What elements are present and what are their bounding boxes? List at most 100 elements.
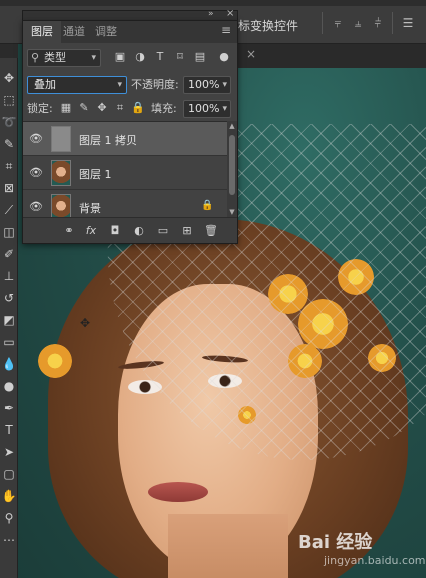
marquee-tool-icon[interactable]: ⬚	[1, 92, 17, 108]
watermark-logo: Bai 经验	[298, 532, 373, 553]
more-tools-icon[interactable]: ⋯	[1, 532, 17, 548]
divider	[392, 12, 393, 34]
spot-heal-tool-icon[interactable]: ◫	[1, 224, 17, 240]
scrollbar-thumb[interactable]	[229, 135, 235, 195]
chevron-down-icon: ▾	[222, 80, 227, 90]
delete-icon[interactable]: 🗑	[203, 223, 219, 239]
collapse-panel-icon[interactable]: »	[208, 9, 214, 19]
distribute-icon[interactable]: ☰	[400, 16, 416, 30]
type-filter-icon[interactable]: T	[153, 50, 167, 64]
gradient-tool-icon[interactable]: ▭	[1, 334, 17, 350]
path-select-tool-icon[interactable]: ➤	[1, 444, 17, 460]
fill-label: 填充:	[151, 102, 177, 115]
layers-panel: 图层 通道 调整 ≡ ⚲ 类型 ▾ ▣ ◑ T ⌑ ▤ ● 叠加 ▾ 不透明度:…	[22, 20, 238, 244]
opacity-value: 100%	[188, 78, 220, 91]
lock-artboard-icon[interactable]: ⌗	[113, 101, 127, 115]
layer-thumbnail	[51, 194, 71, 217]
panel-footer: ⚭ fx ◘ ◐ ▭ ⊞ 🗑	[23, 217, 237, 243]
scroll-down-icon[interactable]: ▼	[227, 207, 237, 217]
mask-icon[interactable]: ◘	[107, 223, 123, 239]
pen-tool-icon[interactable]: ✒	[1, 400, 17, 416]
lock-icon: 🔒	[201, 200, 214, 211]
layer-row[interactable]: 👁 图层 1	[23, 156, 227, 190]
close-panel-icon[interactable]: ×	[226, 8, 234, 19]
layers-list: 👁 图层 1 拷贝 👁 图层 1 👁 背景 🔒	[23, 121, 227, 217]
opacity-label: 不透明度:	[131, 78, 179, 91]
visibility-eye-icon[interactable]: 👁	[29, 200, 43, 214]
type-tool-icon[interactable]: T	[1, 422, 17, 438]
filter-row: ⚲ 类型 ▾ ▣ ◑ T ⌑ ▤ ●	[23, 45, 237, 71]
blend-mode-select[interactable]: 叠加 ▾	[27, 76, 127, 94]
menu-strip	[0, 0, 426, 6]
lock-transparent-icon[interactable]: ▦	[59, 101, 73, 115]
layer-name[interactable]: 图层 1	[79, 166, 112, 182]
blend-mode-value: 叠加	[34, 78, 56, 91]
crop-tool-icon[interactable]: ⌗	[1, 158, 17, 174]
search-icon: ⚲	[31, 51, 40, 64]
move-tool-icon[interactable]: ✥	[1, 70, 17, 86]
adjustment-icon[interactable]: ◐	[131, 223, 147, 239]
layer-thumbnail	[51, 160, 71, 186]
visibility-eye-icon[interactable]: 👁	[29, 166, 43, 180]
panel-tabs: 图层 通道 调整 ≡	[23, 21, 237, 43]
smartobject-filter-icon[interactable]: ▤	[193, 50, 207, 64]
layer-name[interactable]: 图层 1 拷贝	[79, 132, 137, 148]
neck-region	[168, 514, 288, 578]
link-icon[interactable]: ⚭	[61, 223, 77, 239]
filter-kind-value: 类型	[44, 51, 66, 64]
lock-paint-icon[interactable]: ✎	[77, 101, 91, 115]
brush-tool-icon[interactable]: ✐	[1, 246, 17, 262]
history-brush-tool-icon[interactable]: ↺	[1, 290, 17, 306]
close-document-icon[interactable]: ×	[246, 47, 256, 61]
layers-scrollbar[interactable]: ▲ ▼	[227, 121, 237, 217]
fx-icon[interactable]: fx	[83, 223, 99, 239]
tools-panel: ✥ ⬚ ➰ ✎ ⌗ ⊠ ⟋ ◫ ✐ ⊥ ↺ ◩ ▭ 💧 ● ✒ T ➤ ▢ ✋ …	[0, 58, 18, 578]
panel-menu-icon[interactable]: ≡	[221, 23, 231, 37]
align-center-icon[interactable]: ⫨	[350, 16, 366, 30]
adjustment-filter-icon[interactable]: ◑	[133, 50, 147, 64]
eyedropper-tool-icon[interactable]: ⟋	[1, 202, 17, 218]
align-right-icon[interactable]: ⫩	[370, 16, 386, 30]
eraser-tool-icon[interactable]: ◩	[1, 312, 17, 328]
shape-filter-icon[interactable]: ⌑	[173, 50, 187, 64]
blur-tool-icon[interactable]: 💧	[1, 356, 17, 372]
dodge-tool-icon[interactable]: ●	[1, 378, 17, 394]
blend-row: 叠加 ▾ 不透明度: 100% ▾	[23, 73, 237, 97]
layer-thumbnail	[51, 126, 71, 152]
tab-adjustments[interactable]: 调整	[87, 21, 125, 43]
layer-row[interactable]: 👁 背景 🔒	[23, 190, 227, 217]
move-cursor-icon: ✥	[80, 316, 91, 330]
flower-decoration	[38, 344, 72, 378]
filter-kind-select[interactable]: ⚲ 类型 ▾	[27, 49, 101, 67]
panel-header-strip[interactable]	[22, 10, 238, 20]
chevron-down-icon: ▾	[91, 53, 96, 63]
group-icon[interactable]: ▭	[155, 223, 171, 239]
hand-tool-icon[interactable]: ✋	[1, 488, 17, 504]
fill-field[interactable]: 100% ▾	[183, 100, 231, 118]
fill-value: 100%	[188, 102, 220, 115]
align-left-icon[interactable]: ⫧	[330, 16, 346, 30]
layer-name[interactable]: 背景	[79, 200, 101, 216]
lasso-tool-icon[interactable]: ➰	[1, 114, 17, 130]
lock-position-icon[interactable]: ✥	[95, 101, 109, 115]
show-transform-controls-label[interactable]: 标变换控件	[238, 17, 298, 34]
chevron-down-icon: ▾	[117, 80, 122, 90]
scroll-up-icon[interactable]: ▲	[227, 121, 237, 131]
visibility-eye-icon[interactable]: 👁	[29, 132, 43, 146]
document-tab-strip	[236, 44, 426, 68]
shape-tool-icon[interactable]: ▢	[1, 466, 17, 482]
pixel-filter-icon[interactable]: ▣	[113, 50, 127, 64]
lips	[148, 482, 208, 502]
lock-all-icon[interactable]: 🔒	[131, 101, 145, 115]
lock-row: 锁定: ▦ ✎ ✥ ⌗ 🔒 填充: 100% ▾	[23, 97, 237, 121]
clone-stamp-tool-icon[interactable]: ⊥	[1, 268, 17, 284]
new-layer-icon[interactable]: ⊞	[179, 223, 195, 239]
frame-tool-icon[interactable]: ⊠	[1, 180, 17, 196]
zoom-tool-icon[interactable]: ⚲	[1, 510, 17, 526]
divider	[322, 12, 323, 34]
watermark-url: jingyan.baidu.com	[324, 554, 426, 567]
filter-toggle-icon[interactable]: ●	[217, 50, 231, 64]
opacity-field[interactable]: 100% ▾	[183, 76, 231, 94]
quick-select-tool-icon[interactable]: ✎	[1, 136, 17, 152]
layer-row[interactable]: 👁 图层 1 拷贝	[23, 122, 227, 156]
